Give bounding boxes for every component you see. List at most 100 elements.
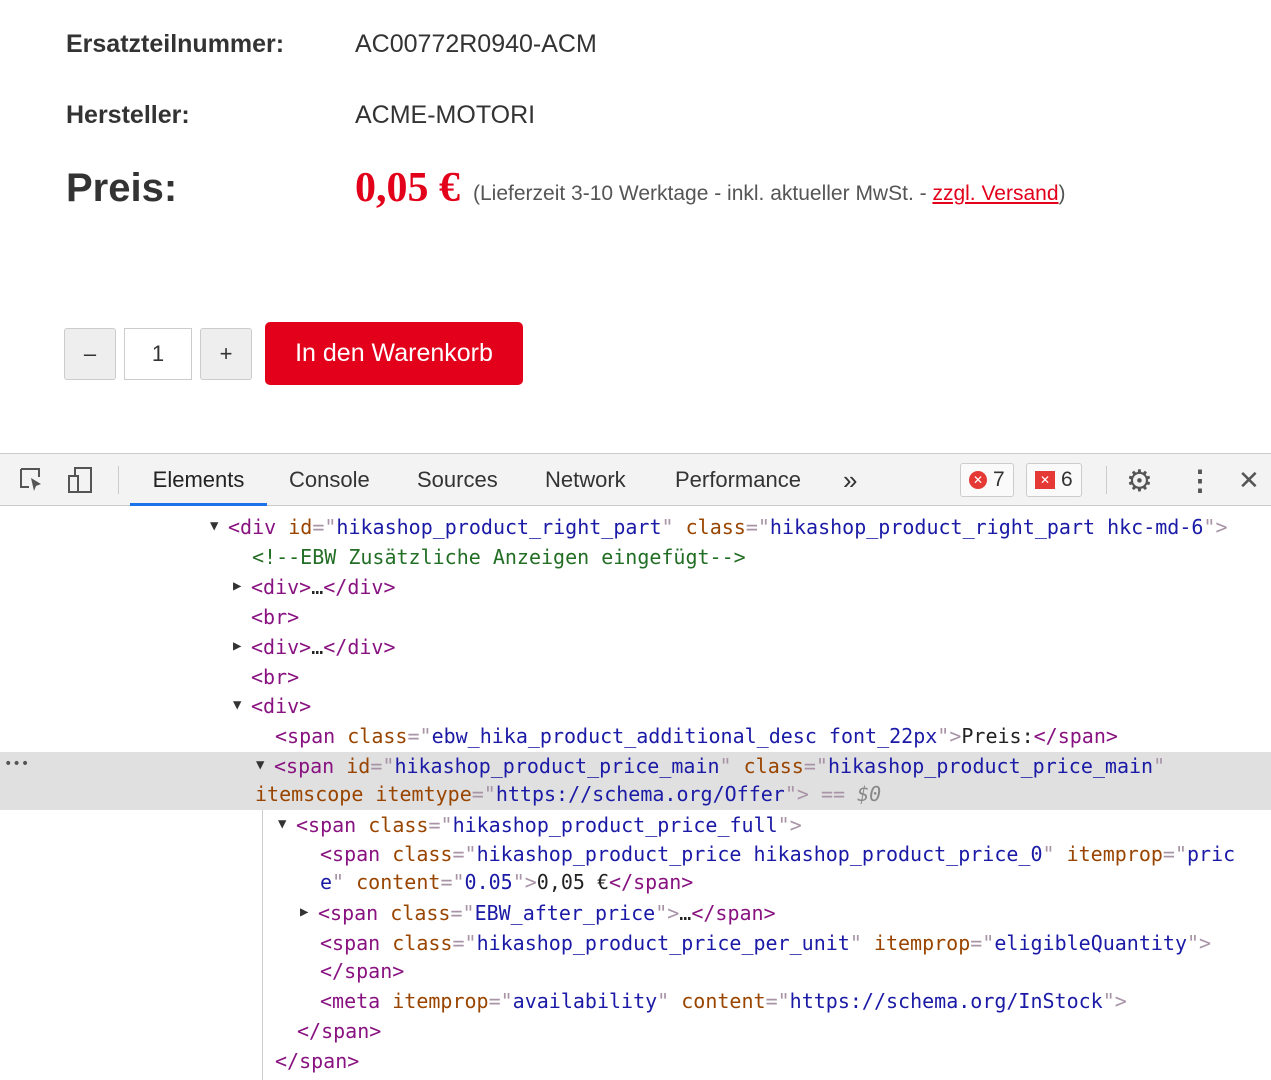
code-token: =": [370, 754, 395, 778]
code-token: content: [681, 989, 766, 1013]
note-text: (Lieferzeit 3-10 Werktage - inkl. aktuel…: [473, 182, 933, 205]
dom-node-line[interactable]: <br>: [251, 662, 299, 692]
errors-badge[interactable]: ✕ 7: [960, 463, 1014, 497]
tab-performance[interactable]: Performance: [675, 454, 801, 506]
code-token: ">: [937, 724, 962, 748]
dom-node-line[interactable]: <!--EBW Zusätzliche Anzeigen eingefügt--…: [252, 542, 746, 572]
part-number-label: Ersatzteilnummer:: [66, 30, 285, 58]
code-token: hikashop_product_price_main: [827, 754, 1154, 778]
more-options-icon[interactable]: ⋮: [1186, 464, 1214, 497]
code-token: hikashop_product_price hikashop_product_…: [476, 842, 1043, 866]
code-token: class: [347, 724, 408, 748]
dom-node-line[interactable]: <span class="hikashop_product_price_per_…: [320, 928, 1211, 958]
more-tabs-button[interactable]: »: [843, 454, 857, 506]
tab-elements[interactable]: Elements: [130, 454, 267, 506]
tab-sources[interactable]: Sources: [417, 454, 498, 506]
code-token: https://schema.org/Offer: [495, 782, 785, 806]
code-token: …: [311, 575, 324, 599]
delivery-note: (Lieferzeit 3-10 Werktage - inkl. aktuel…: [473, 182, 1066, 206]
code-token: ": [661, 515, 686, 539]
dom-node-line[interactable]: <div>…</div>: [251, 572, 396, 602]
code-token: <span: [320, 842, 393, 866]
dom-node-line[interactable]: <span class="hikashop_product_price hika…: [320, 839, 1235, 869]
dom-node-line[interactable]: <span class="EBW_after_price">…</span>: [318, 898, 776, 928]
increase-quantity-button[interactable]: +: [200, 328, 252, 380]
node-ellipsis-button[interactable]: •••: [4, 756, 29, 772]
code-token: ">: [655, 901, 680, 925]
code-token: ">: [777, 813, 802, 837]
manufacturer-label: Hersteller:: [66, 101, 190, 129]
add-to-cart-button[interactable]: In den Warenkorb: [265, 322, 523, 385]
code-token: hikashop_product_price_full: [452, 813, 778, 837]
code-token: ==: [808, 782, 858, 806]
close-devtools-icon[interactable]: ✕: [1238, 465, 1260, 496]
code-token: ": [1042, 842, 1067, 866]
collapse-arrow-icon[interactable]: ▼: [233, 697, 241, 713]
inspect-element-icon[interactable]: [18, 466, 46, 501]
dom-node-line[interactable]: <meta itemprop="availability" content="h…: [320, 986, 1127, 1016]
decrease-quantity-button[interactable]: –: [64, 328, 116, 380]
tab-console[interactable]: Console: [289, 454, 370, 506]
indent-guide: [262, 810, 263, 1080]
code-token: </div>: [323, 575, 396, 599]
manufacturer-value: ACME-MOTORI: [355, 101, 536, 129]
code-token: </span>: [609, 870, 694, 894]
code-token: hikashop_product_price_main: [394, 754, 720, 778]
dom-node-line[interactable]: </span>: [297, 1016, 381, 1046]
collapse-arrow-icon[interactable]: ▼: [278, 816, 286, 832]
code-token: itemprop: [873, 931, 971, 955]
code-token: </span>: [691, 901, 776, 925]
dom-node-line[interactable]: <div id="hikashop_product_right_part" cl…: [228, 512, 1228, 542]
code-token: <br>: [251, 665, 300, 689]
code-token: pric: [1187, 842, 1236, 866]
expand-arrow-icon[interactable]: ▶: [233, 578, 241, 594]
code-token: <span: [296, 813, 369, 837]
code-token: <span: [275, 724, 348, 748]
code-token: ": [849, 931, 874, 955]
collapse-arrow-icon[interactable]: ▼: [256, 757, 264, 773]
dom-node-line[interactable]: </span>: [320, 956, 404, 986]
dom-node-line[interactable]: <div>…</div>: [251, 632, 396, 662]
dom-node-line[interactable]: itemscope itemtype="https://schema.org/O…: [255, 779, 881, 809]
code-token: ": [719, 754, 744, 778]
dom-node-line[interactable]: </span>: [275, 1046, 359, 1076]
shipping-link[interactable]: zzgl. Versand: [932, 182, 1058, 205]
dom-node-line[interactable]: <br>: [251, 602, 299, 632]
code-token: itemprop: [392, 989, 489, 1013]
code-token: itemprop: [1066, 842, 1163, 866]
settings-gear-icon[interactable]: ⚙: [1126, 464, 1153, 499]
code-token: </span>: [1033, 724, 1118, 748]
code-token: ">: [1102, 989, 1127, 1013]
code-token: class: [392, 842, 453, 866]
device-toolbar-icon[interactable]: [66, 466, 96, 501]
code-token: =": [312, 515, 337, 539]
code-token: <span: [318, 901, 391, 925]
code-token: hikashop_product_right_part hkc-md-6: [769, 515, 1204, 539]
code-token: <br>: [251, 605, 300, 629]
code-token: ">: [1187, 931, 1212, 955]
code-token: =": [471, 782, 496, 806]
code-token: 0,05 €: [536, 870, 610, 894]
code-token: Preis:: [961, 724, 1034, 748]
dom-node-line[interactable]: <span class="ebw_hika_product_additional…: [275, 721, 1118, 751]
expand-arrow-icon[interactable]: ▶: [233, 638, 241, 654]
code-token: <div>: [251, 575, 312, 599]
code-token: id: [288, 515, 313, 539]
dom-node-line[interactable]: <span class="hikashop_product_price_full…: [296, 810, 802, 840]
tab-network[interactable]: Network: [545, 454, 626, 506]
dom-node-line[interactable]: e" content="0.05">0,05 €</span>: [320, 867, 693, 897]
code-token: <div>: [251, 694, 312, 718]
code-token: class: [390, 901, 451, 925]
warnings-badge[interactable]: ✕ 6: [1026, 463, 1082, 497]
code-token: =": [440, 870, 465, 894]
price-value: 0,05 €: [355, 165, 460, 211]
expand-arrow-icon[interactable]: ▶: [300, 904, 308, 920]
dom-node-line[interactable]: <div>: [251, 691, 311, 721]
code-token: =": [452, 842, 477, 866]
code-token: e: [320, 870, 333, 894]
quantity-input[interactable]: [124, 328, 192, 380]
collapse-arrow-icon[interactable]: ▼: [210, 518, 218, 534]
code-token: <div>: [251, 635, 312, 659]
devtools-toolbar: Elements Console Sources Network Perform…: [0, 453, 1271, 506]
dom-node-line[interactable]: <span id="hikashop_product_price_main" c…: [274, 751, 1165, 781]
